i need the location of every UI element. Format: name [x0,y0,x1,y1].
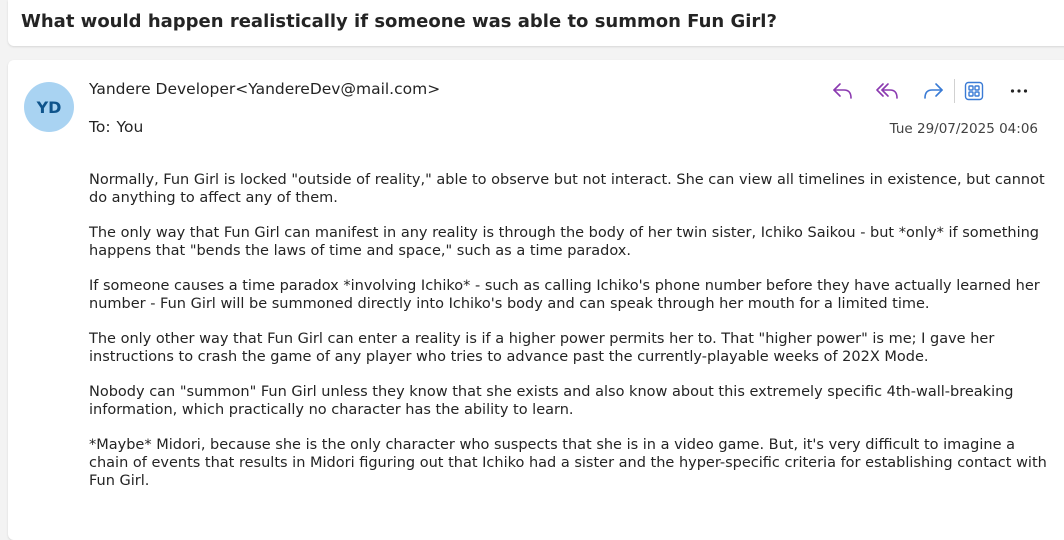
action-divider [954,79,955,103]
subject-bar: What would happen realistically if someo… [8,0,1064,46]
apps-icon [964,81,984,101]
recipient-line: To: You [89,118,143,136]
body-paragraph: If someone causes a time paradox *involv… [89,278,1040,312]
avatar[interactable]: YD [24,82,74,132]
message-body: Normally, Fun Girl is locked "outside of… [89,171,1049,507]
message-card: YD Yandere Developer<YandereDev@mail.com… [8,60,1064,540]
body-paragraph: The only way that Fun Girl can manifest … [89,225,1040,259]
apps-button[interactable] [959,76,989,106]
email-subject: What would happen realistically if someo… [21,11,777,32]
reply-all-icon [876,83,898,99]
more-actions-button[interactable] [1004,76,1034,106]
body-paragraph: *Maybe* Midori, because she is the only … [89,437,1047,489]
forward-icon [924,83,943,99]
body-paragraph: Nobody can "summon" Fun Girl unless they… [89,384,1014,418]
more-icon [1010,89,1028,93]
timestamp: Tue 29/07/2025 04:06 [889,121,1038,137]
reply-all-button[interactable] [873,76,903,106]
sender-name[interactable]: Yandere Developer<YandereDev@mail.com> [89,80,440,98]
reply-button[interactable] [828,76,858,106]
forward-button[interactable] [918,76,948,106]
body-paragraph: Normally, Fun Girl is locked "outside of… [89,172,1045,206]
body-paragraph: The only other way that Fun Girl can ent… [89,331,995,365]
recipient-name[interactable]: You [117,118,144,136]
to-label: To: [89,118,111,136]
message-actions [828,76,1049,106]
reply-icon [833,83,852,99]
